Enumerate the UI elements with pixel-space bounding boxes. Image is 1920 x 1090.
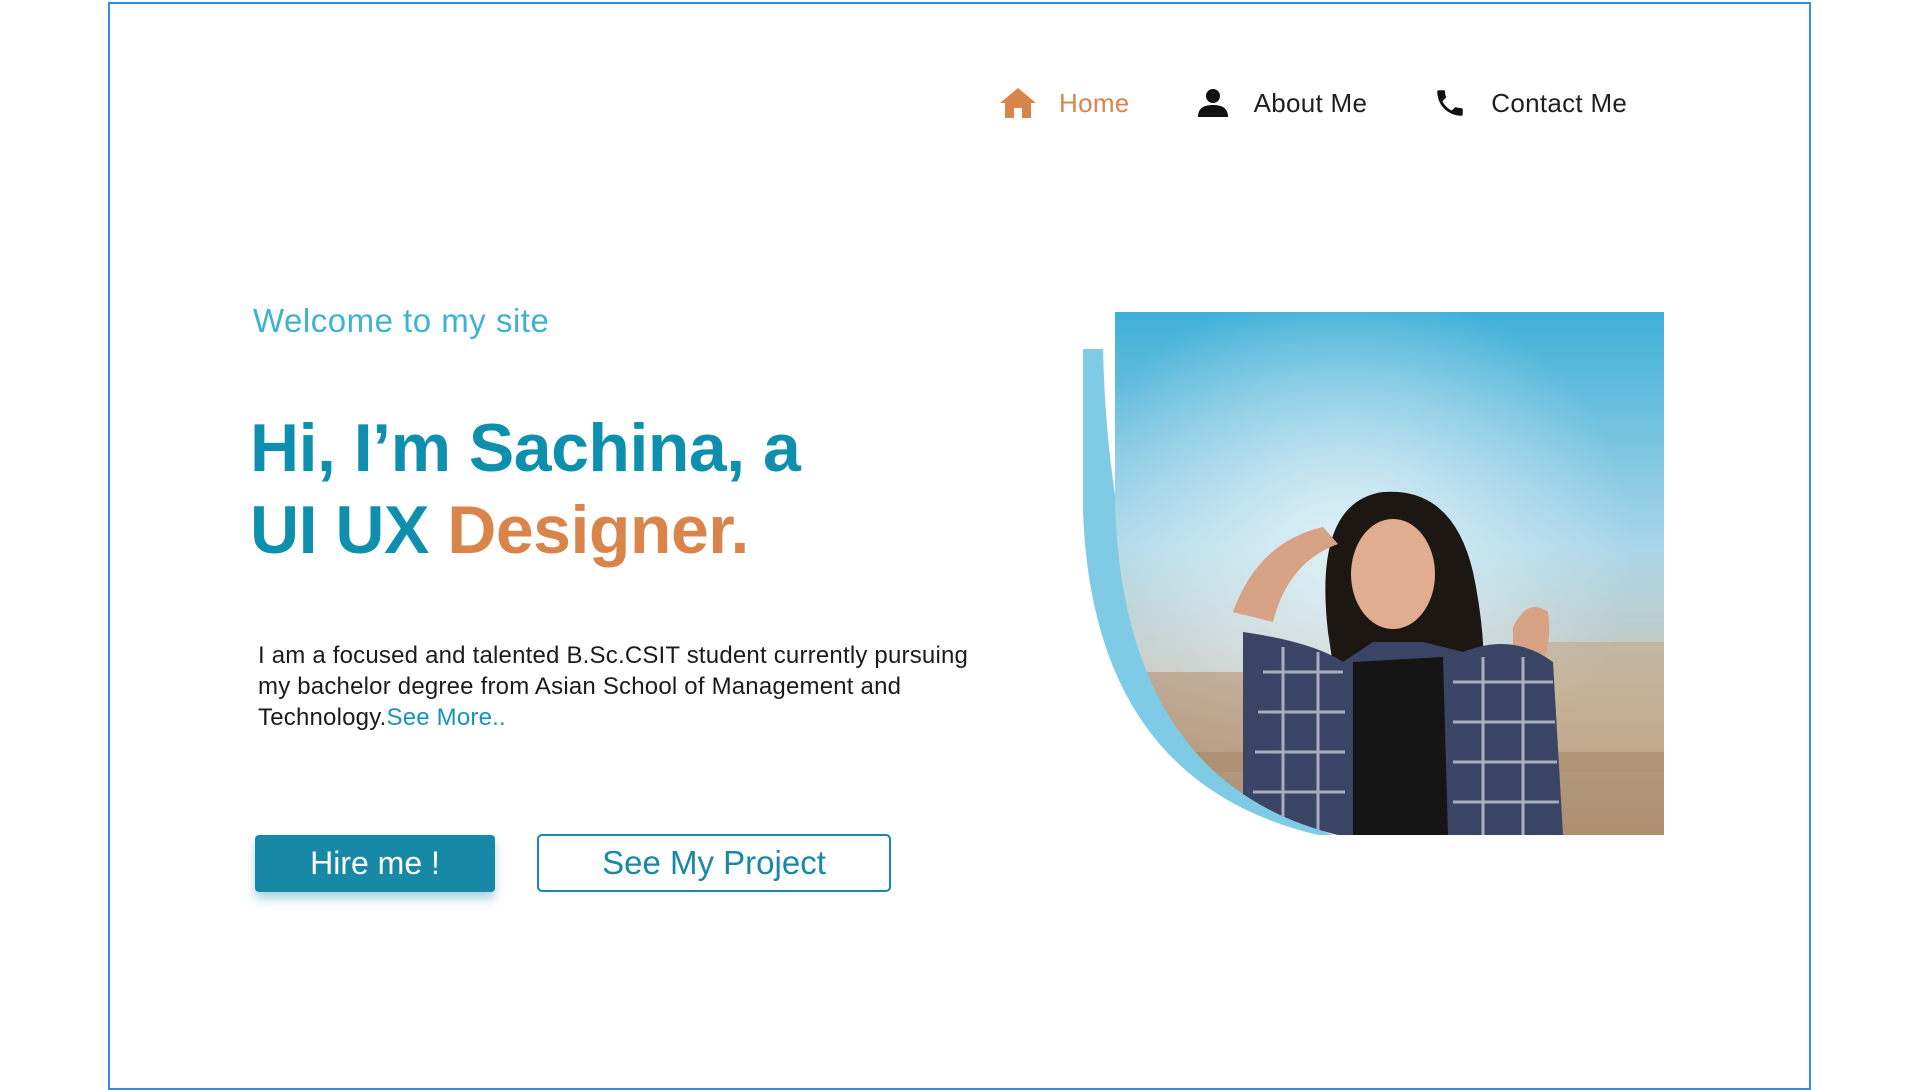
portrait-photo [1115,312,1664,835]
nav-label-about: About Me [1253,87,1368,118]
headline-line1: Hi, I’m Sachina, a [250,410,801,486]
nav-item-contact[interactable]: Contact Me [1429,85,1627,121]
nav-label-contact: Contact Me [1491,87,1628,118]
hero-description: I am a focused and talented B.Sc.CSIT st… [258,640,978,733]
nav-item-home[interactable]: Home [997,85,1130,121]
top-nav: Home About Me Contact Me [997,85,1627,121]
hero-image [1083,312,1664,835]
hero-headline: Hi, I’m Sachina, a UI UX Designer. [250,407,801,571]
see-more-link[interactable]: See More.. [387,704,506,731]
headline-line2-start: UI UX [250,492,448,568]
see-project-button[interactable]: See My Project [537,834,891,892]
hire-me-button[interactable]: Hire me ! [255,835,495,892]
welcome-text: Welcome to my site [253,302,550,339]
home-icon [997,85,1039,121]
person-icon [1192,85,1234,121]
phone-icon [1429,85,1471,121]
nav-item-about[interactable]: About Me [1192,85,1368,121]
description-text: I am a focused and talented B.Sc.CSIT st… [258,642,969,731]
nav-label-home: Home [1059,87,1130,118]
headline-accent: Designer. [447,492,749,568]
